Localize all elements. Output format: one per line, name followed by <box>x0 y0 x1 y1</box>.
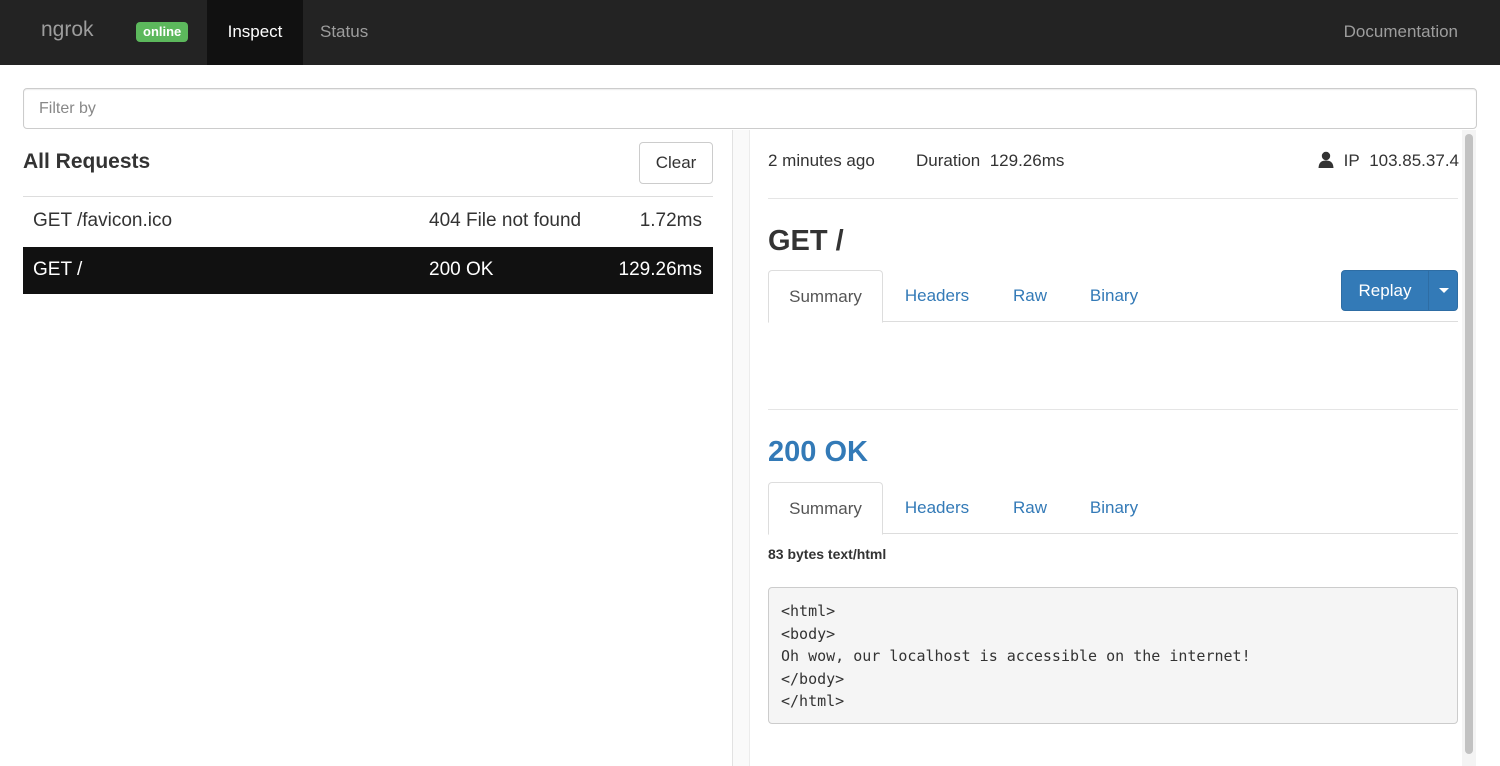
request-duration-meta: Duration 129.26ms <box>916 151 1064 171</box>
request-detail-panel: 2 minutes ago Duration 129.26ms IP 103.8… <box>750 130 1462 766</box>
request-path: GET /favicon.ico <box>33 210 173 231</box>
list-divider <box>23 196 713 197</box>
detail-divider <box>768 198 1458 199</box>
request-tab-summary[interactable]: Summary <box>768 270 883 323</box>
request-tab-binary[interactable]: Binary <box>1078 270 1150 322</box>
response-title: 200 OK <box>768 436 868 468</box>
scrollbar-thumb[interactable] <box>1465 134 1473 754</box>
user-icon <box>1318 151 1334 173</box>
response-tabs: Summary Headers Raw Binary <box>768 482 1458 535</box>
ip-label: IP <box>1343 151 1360 170</box>
duration-label: Duration <box>916 151 981 170</box>
response-tab-raw[interactable]: Raw <box>1000 482 1060 534</box>
top-navbar: ngrok online Inspect Status Documentatio… <box>0 0 1500 65</box>
response-tab-summary[interactable]: Summary <box>768 482 883 535</box>
code-line: <body> <box>781 624 836 643</box>
detail-scrollbar[interactable] <box>1462 130 1476 766</box>
nav-inspect[interactable]: Inspect <box>207 0 303 65</box>
nav-documentation[interactable]: Documentation <box>1344 0 1458 65</box>
request-path: GET / <box>33 259 83 280</box>
request-tab-headers[interactable]: Headers <box>892 270 982 322</box>
replay-button[interactable]: Replay <box>1342 271 1428 310</box>
code-line: </body> <box>781 669 845 688</box>
response-body-size: 83 bytes text/html <box>768 546 887 562</box>
request-status: 200 OK <box>429 259 494 280</box>
request-row-selected[interactable]: GET / 200 OK 129.26ms <box>23 247 713 294</box>
request-duration: 129.26ms <box>618 259 702 280</box>
response-tab-binary[interactable]: Binary <box>1078 482 1150 534</box>
replay-button-group: Replay <box>1341 270 1458 311</box>
response-body-code: <html> <body> Oh wow, our localhost is a… <box>768 587 1458 724</box>
panel-divider[interactable] <box>732 130 750 766</box>
code-line: Oh wow, our localhost is accessible on t… <box>781 647 1251 665</box>
all-requests-title: All Requests <box>23 150 151 173</box>
code-line: <html> <box>781 602 836 620</box>
request-duration: 1.72ms <box>639 210 702 231</box>
replay-dropdown-toggle[interactable] <box>1428 271 1458 310</box>
section-divider <box>768 409 1458 410</box>
status-badge: online <box>136 22 189 42</box>
clear-button[interactable]: Clear <box>639 142 713 184</box>
request-time: 2 minutes ago <box>768 151 875 170</box>
duration-value: 129.26ms <box>989 151 1065 170</box>
requests-panel: All Requests Clear GET /favicon.ico 404 … <box>0 130 733 766</box>
request-tab-raw[interactable]: Raw <box>1000 270 1060 322</box>
request-ip: IP 103.85.37.4 <box>1318 151 1459 173</box>
code-line: </html> <box>781 692 845 710</box>
request-row[interactable]: GET /favicon.ico 404 File not found 1.72… <box>23 198 713 245</box>
caret-down-icon <box>1439 288 1449 293</box>
filter-input[interactable] <box>23 88 1477 129</box>
nav-status[interactable]: Status <box>320 0 368 65</box>
ip-value: 103.85.37.4 <box>1369 151 1459 170</box>
request-title: GET / <box>768 225 844 257</box>
request-status: 404 File not found <box>429 210 582 231</box>
brand-logo[interactable]: ngrok <box>41 18 94 42</box>
response-tab-headers[interactable]: Headers <box>892 482 982 534</box>
